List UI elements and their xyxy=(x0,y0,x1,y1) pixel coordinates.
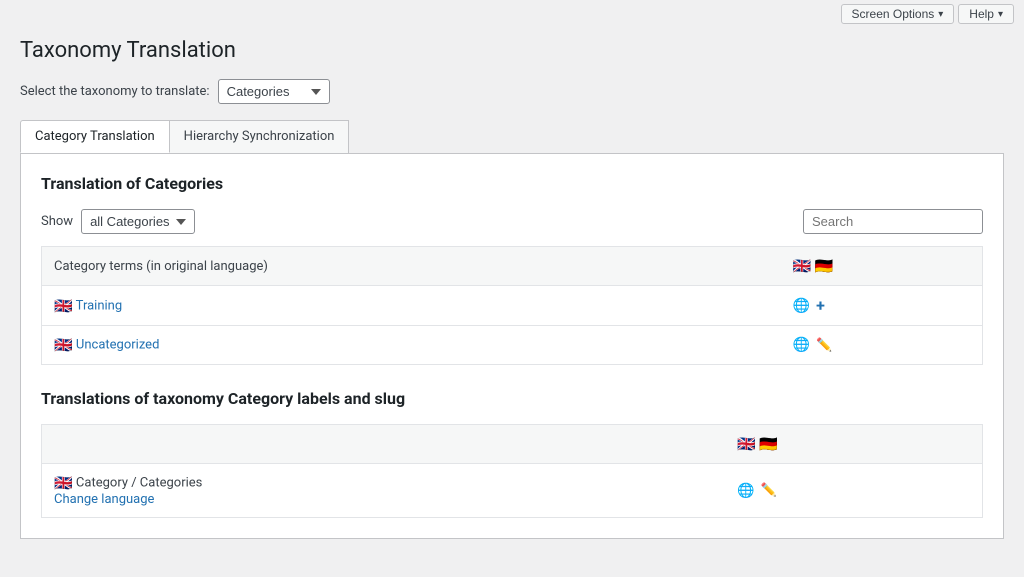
labels-col-flags: 🇬🇧 🇩🇪 xyxy=(725,425,982,464)
show-row-left: Show all Categories Untranslated xyxy=(41,209,195,234)
flag-uk-header: 🇬🇧 xyxy=(793,257,812,275)
labels-flag-uk: 🇬🇧 xyxy=(737,435,756,453)
section-taxonomy-labels: Translations of taxonomy Category labels… xyxy=(41,389,983,518)
screen-options-button[interactable]: Screen Options ▾ xyxy=(841,4,955,24)
tabs: Category Translation Hierarchy Synchroni… xyxy=(20,120,1004,154)
tab-category-translation[interactable]: Category Translation xyxy=(20,120,170,153)
section2-title: Translations of taxonomy Category labels… xyxy=(41,389,983,408)
taxonomy-select[interactable]: Categories Tags Post Formats xyxy=(218,79,330,104)
labels-flag-de: 🇩🇪 xyxy=(759,435,778,453)
search-input[interactable] xyxy=(803,209,983,234)
labels-table: 🇬🇧 🇩🇪 🇬🇧 Category / Categories Chan xyxy=(41,424,983,518)
taxonomy-select-row: Select the taxonomy to translate: Catego… xyxy=(20,79,1004,104)
page-title: Taxonomy Translation xyxy=(20,38,1004,63)
section-translation-of-categories: Translation of Categories Show all Categ… xyxy=(41,174,983,365)
row-icons-cell-uncategorized: 🌐 ✏️ xyxy=(781,326,983,365)
row-icons-cell-training: 🌐 + xyxy=(781,286,983,326)
edit-icon-label[interactable]: ✏️ xyxy=(760,483,776,498)
show-label: Show xyxy=(41,214,73,229)
globe-icon-training: 🌐 xyxy=(793,298,810,314)
show-select[interactable]: all Categories Untranslated xyxy=(81,209,195,234)
tab-hierarchy-sync[interactable]: Hierarchy Synchronization xyxy=(169,120,350,153)
col-term: Category terms (in original language) xyxy=(42,247,781,286)
icons-cell-uncategorized: 🌐 ✏️ xyxy=(793,337,970,353)
row-flag-uk-uncategorized: 🇬🇧 xyxy=(54,336,73,354)
label-icons-cell: 🌐 ✏️ xyxy=(725,464,982,518)
table-header-row: Category terms (in original language) 🇬🇧… xyxy=(42,247,983,286)
icons-cell-training: 🌐 + xyxy=(793,296,970,315)
row-term-uncategorized[interactable]: Uncategorized xyxy=(76,337,159,352)
screen-options-chevron-icon: ▾ xyxy=(938,9,943,20)
show-row: Show all Categories Untranslated xyxy=(41,209,983,234)
tabs-container: Category Translation Hierarchy Synchroni… xyxy=(20,120,1004,539)
table-row: 🇬🇧 Training 🌐 + xyxy=(42,286,983,326)
taxonomy-select-label: Select the taxonomy to translate: xyxy=(20,84,210,99)
row-term-cell-uncategorized: 🇬🇧 Uncategorized xyxy=(42,326,781,365)
row-term-training[interactable]: Training xyxy=(76,298,122,313)
icons-cell-label: 🌐 ✏️ xyxy=(737,483,970,499)
section1-title: Translation of Categories xyxy=(41,174,983,193)
row-flag-uk-training: 🇬🇧 xyxy=(54,297,73,315)
help-button[interactable]: Help ▾ xyxy=(958,4,1014,24)
edit-icon-uncategorized[interactable]: ✏️ xyxy=(816,338,832,353)
search-container xyxy=(803,209,983,234)
help-chevron-icon: ▾ xyxy=(998,9,1003,20)
row-term-cell: 🇬🇧 Training xyxy=(42,286,781,326)
top-bar: Screen Options ▾ Help ▾ xyxy=(0,0,1024,28)
main-panel: Translation of Categories Show all Categ… xyxy=(20,154,1004,539)
col-flags: 🇬🇧 🇩🇪 xyxy=(781,247,983,286)
table-row: 🇬🇧 Category / Categories Change language… xyxy=(42,464,983,518)
change-language-link[interactable]: Change language xyxy=(54,492,154,507)
help-label: Help xyxy=(969,7,994,21)
table-row: 🇬🇧 Uncategorized 🌐 ✏️ xyxy=(42,326,983,365)
categories-table: Category terms (in original language) 🇬🇧… xyxy=(41,246,983,365)
labels-header-row: 🇬🇧 🇩🇪 xyxy=(42,425,983,464)
globe-icon-uncategorized: 🌐 xyxy=(793,337,810,353)
label-term-cell: 🇬🇧 Category / Categories Change language xyxy=(42,464,726,518)
screen-options-label: Screen Options xyxy=(852,7,935,21)
page-content: Taxonomy Translation Select the taxonomy… xyxy=(0,28,1024,559)
labels-col-empty xyxy=(42,425,726,464)
label-term: Category / Categories xyxy=(76,475,202,490)
globe-icon-label: 🌐 xyxy=(737,483,754,499)
plus-icon-training[interactable]: + xyxy=(816,296,825,315)
flag-de-header: 🇩🇪 xyxy=(815,257,834,275)
label-flag-uk: 🇬🇧 xyxy=(54,474,73,492)
